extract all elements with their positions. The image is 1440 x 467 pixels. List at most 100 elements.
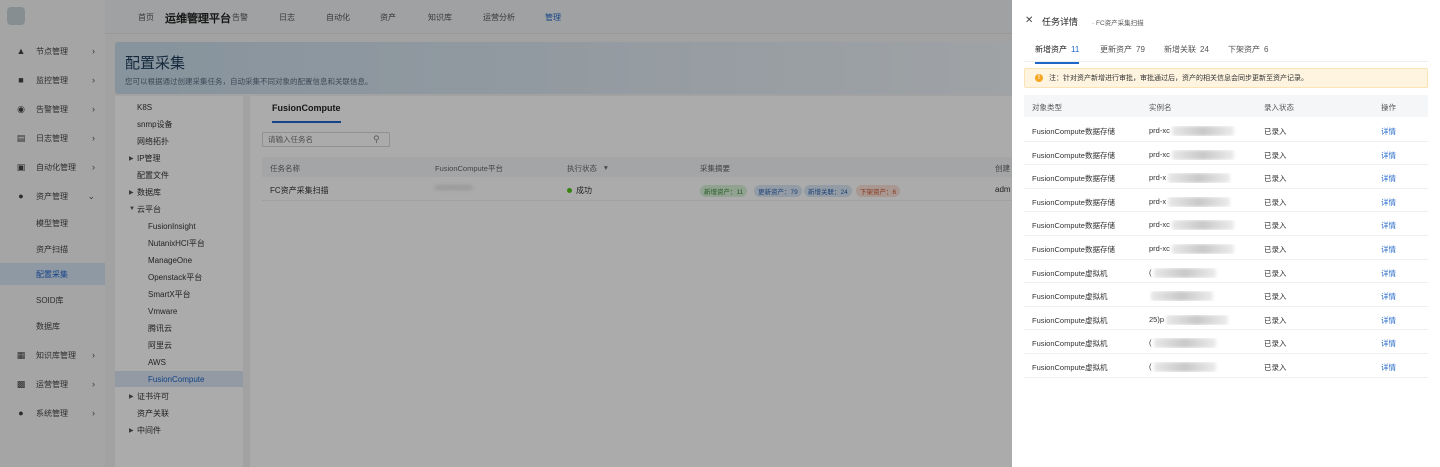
- instance-name-text: prd-x: [1149, 173, 1167, 183]
- table-row[interactable]: FusionCompute数据存储 prd-xc 已录入 详情: [1024, 212, 1428, 236]
- object-type: FusionCompute数据存储: [1032, 150, 1115, 160]
- detail-link[interactable]: 详情: [1381, 244, 1396, 255]
- instance-name-text: prd-xc: [1149, 126, 1170, 135]
- entry-status: 已录入: [1264, 127, 1287, 136]
- detail-link[interactable]: 详情: [1381, 362, 1396, 373]
- task-detail-drawer: ✕ 任务详情 · FC资产采集扫描 新增资产 11 更新资产 79 新增关联 24 下…: [1012, 0, 1440, 467]
- object-type: FusionCompute虚拟机: [1032, 315, 1108, 325]
- drawer-title: 任务详情: [1042, 17, 1079, 27]
- table-row[interactable]: FusionCompute数据存储 prd-xc 已录入 详情: [1024, 118, 1428, 142]
- instance-name: prd-xc: [1149, 150, 1249, 160]
- detail-link[interactable]: 详情: [1381, 220, 1396, 231]
- table-row[interactable]: FusionCompute数据存储 prd-xc 已录入 详情: [1024, 142, 1428, 166]
- redacted-mask: [1166, 314, 1229, 325]
- tab-label: 新增资产: [1035, 45, 1067, 54]
- tab-label: 新增关联: [1164, 45, 1196, 54]
- table-row[interactable]: FusionCompute虚拟机 25)p 已录入 详情: [1024, 307, 1428, 331]
- redacted-mask: [1168, 173, 1231, 184]
- instance-name-text: prd-xc: [1149, 244, 1170, 253]
- instance-name-text: (: [1149, 267, 1152, 277]
- object-type: FusionCompute数据存储: [1032, 245, 1115, 254]
- instance-name-text: prd-xc: [1149, 149, 1170, 159]
- instance-name-text: (: [1149, 362, 1152, 371]
- instance-name: prd-x: [1149, 197, 1249, 207]
- instance-name: prd-xc: [1149, 126, 1249, 137]
- entry-status: 已录入: [1264, 339, 1287, 349]
- column-header: 实例名: [1149, 103, 1172, 112]
- object-type: FusionCompute虚拟机: [1032, 268, 1108, 278]
- column-header: 录入状态: [1264, 103, 1294, 112]
- detail-link[interactable]: 详情: [1381, 173, 1396, 184]
- tab-offline-assets[interactable]: 下架资产 6: [1228, 44, 1268, 62]
- tab-new-relations[interactable]: 新增关联 24: [1164, 44, 1209, 62]
- instance-name: (: [1149, 268, 1249, 278]
- tab-count: 11: [1071, 45, 1080, 54]
- detail-link[interactable]: 详情: [1381, 315, 1396, 326]
- drawer-subtitle: · FC资产采集扫描: [1092, 20, 1144, 27]
- redacted-mask: [1153, 338, 1216, 349]
- detail-table-header: 对象类型 实例名 录入状态 操作: [1024, 95, 1428, 117]
- instance-name: (: [1149, 362, 1249, 373]
- instance-name: (: [1149, 338, 1249, 349]
- detail-link[interactable]: 详情: [1381, 126, 1396, 137]
- table-row[interactable]: FusionCompute数据存储 prd-x 已录入 详情: [1024, 165, 1428, 189]
- detail-link[interactable]: 详情: [1381, 268, 1396, 279]
- divider: [1024, 61, 1428, 62]
- notice-banner: ! 注：针对资产新增进行审批，审批通过后，资产的相关信息会同步更新至资产记录。: [1024, 68, 1428, 88]
- redacted-mask: [1171, 126, 1234, 137]
- tab-label: 更新资产: [1100, 45, 1132, 54]
- column-header: 对象类型: [1032, 103, 1062, 112]
- warning-icon: !: [1035, 74, 1043, 82]
- instance-name: [1149, 291, 1249, 302]
- entry-status: 已录入: [1264, 245, 1287, 254]
- tab-updated-assets[interactable]: 更新资产 79: [1100, 44, 1145, 62]
- instance-name-text: (: [1149, 338, 1152, 348]
- object-type: FusionCompute数据存储: [1032, 221, 1115, 231]
- detail-link[interactable]: 详情: [1381, 291, 1396, 302]
- redacted-mask: [1171, 220, 1234, 231]
- table-row[interactable]: FusionCompute数据存储 prd-xc 已录入 详情: [1024, 236, 1428, 260]
- object-type: FusionCompute虚拟机: [1032, 292, 1108, 302]
- notice-text: 注：针对资产新增进行审批，审批通过后，资产的相关信息会同步更新至资产记录。: [1049, 75, 1308, 82]
- table-row[interactable]: FusionCompute虚拟机 ( 已录入 详情: [1024, 330, 1428, 354]
- close-icon[interactable]: ✕: [1025, 15, 1033, 26]
- entry-status: 已录入: [1264, 221, 1287, 231]
- detail-link[interactable]: 详情: [1381, 197, 1396, 208]
- detail-link[interactable]: 详情: [1381, 338, 1396, 349]
- column-header: 操作: [1381, 103, 1396, 112]
- object-type: FusionCompute虚拟机: [1032, 363, 1108, 372]
- object-type: FusionCompute虚拟机: [1032, 339, 1108, 349]
- table-row[interactable]: FusionCompute虚拟机 ( 已录入 详情: [1024, 260, 1428, 284]
- entry-status: 已录入: [1264, 150, 1287, 160]
- instance-name-text: 25)p: [1149, 314, 1165, 324]
- tab-count: 79: [1136, 45, 1145, 54]
- redacted-mask: [1171, 149, 1234, 160]
- tab-count: 6: [1264, 45, 1269, 54]
- instance-name-text: prd-xc: [1149, 220, 1170, 230]
- instance-name: prd-xc: [1149, 244, 1249, 255]
- modal-mask[interactable]: [0, 0, 1012, 467]
- tab-label: 下架资产: [1228, 45, 1260, 54]
- instance-name: 25)p: [1149, 315, 1249, 325]
- table-row[interactable]: FusionCompute虚拟机 ( 已录入 详情: [1024, 354, 1428, 378]
- object-type: FusionCompute数据存储: [1032, 127, 1115, 136]
- object-type: FusionCompute数据存储: [1032, 174, 1115, 184]
- entry-status: 已录入: [1264, 174, 1287, 184]
- entry-status: 已录入: [1264, 363, 1287, 372]
- redacted-mask: [1168, 196, 1231, 207]
- detail-link[interactable]: 详情: [1381, 150, 1396, 161]
- instance-name: prd-xc: [1149, 220, 1249, 231]
- instance-name-text: prd-x: [1149, 196, 1167, 206]
- object-type: FusionCompute数据存储: [1032, 197, 1115, 207]
- redacted-mask: [1153, 267, 1216, 278]
- entry-status: 已录入: [1264, 315, 1287, 325]
- redacted-mask: [1171, 244, 1234, 255]
- entry-status: 已录入: [1264, 197, 1287, 207]
- tab-count: 24: [1200, 45, 1209, 54]
- table-row[interactable]: FusionCompute数据存储 prd-x 已录入 详情: [1024, 189, 1428, 213]
- entry-status: 已录入: [1264, 292, 1287, 302]
- redacted-mask: [1151, 291, 1213, 302]
- entry-status: 已录入: [1264, 268, 1287, 278]
- table-row[interactable]: FusionCompute虚拟机 已录入 详情: [1024, 283, 1428, 307]
- instance-name: prd-x: [1149, 173, 1249, 184]
